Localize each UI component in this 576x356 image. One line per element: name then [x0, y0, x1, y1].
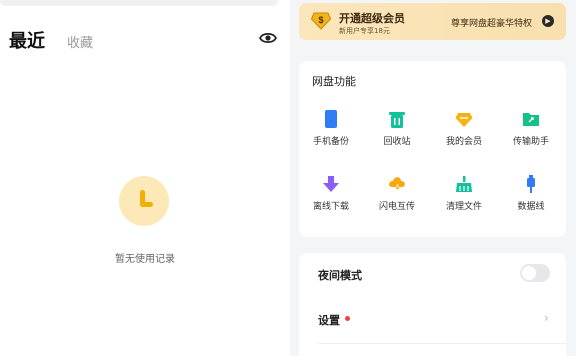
profile-panel: $ 开通超级会员 新用户专享18元 尊享网盘超豪华特权 ▶ 网盘功能 手机备份 … — [290, 0, 576, 356]
settings-card: 夜间模式 设置 › — [299, 253, 566, 356]
night-mode-label: 夜间模式 — [318, 269, 362, 282]
vip-coin-icon: $ — [311, 12, 331, 30]
vip-diamond-icon — [455, 113, 473, 127]
vip-subtitle: 新用户专享18元 — [339, 27, 390, 35]
feature-phone-backup[interactable]: 手机备份 — [298, 110, 364, 147]
feature-clean-files[interactable]: 清理文件 — [431, 175, 497, 212]
lightning-share-icon — [389, 177, 405, 193]
offline-download-icon — [323, 176, 339, 192]
settings-label: 设置 — [318, 314, 340, 327]
data-cable-icon — [527, 175, 535, 193]
empty-history-text: 暂无使用记录 — [115, 254, 175, 265]
tab-recent[interactable]: 最近 — [9, 27, 45, 53]
chevron-right-icon[interactable]: ▶ — [542, 15, 554, 27]
night-mode-row: 夜间模式 — [299, 253, 566, 298]
feature-offline-download[interactable]: 离线下载 — [298, 175, 364, 212]
feature-data-cable[interactable]: 数据线 — [498, 175, 564, 212]
vip-banner[interactable]: $ 开通超级会员 新用户专享18元 尊享网盘超豪华特权 ▶ — [299, 3, 566, 40]
chevron-right-icon: › — [544, 311, 549, 325]
settings-row[interactable]: 设置 › — [299, 298, 566, 343]
recent-tabs: 最近 收藏 — [9, 27, 93, 53]
feature-my-vip[interactable]: 我的会员 — [431, 110, 497, 147]
recent-panel: 最近 收藏 暂无使用记录 — [0, 0, 290, 356]
top-search-bar-edge[interactable] — [0, 0, 278, 6]
toggle-knob — [522, 266, 536, 280]
phone-backup-icon — [325, 110, 337, 128]
feature-transfer-assistant[interactable]: 传输助手 — [498, 110, 564, 147]
feature-recycle-bin[interactable]: 回收站 — [364, 110, 430, 147]
divider — [318, 343, 566, 344]
empty-history-icon — [119, 176, 169, 226]
clean-files-icon — [456, 176, 472, 192]
transfer-folder-icon — [523, 113, 539, 126]
vip-title: 开通超级会员 — [339, 12, 405, 25]
eye-icon[interactable] — [259, 31, 277, 45]
tab-favorites[interactable]: 收藏 — [67, 32, 93, 51]
svg-text:$: $ — [318, 15, 323, 25]
night-mode-toggle[interactable] — [520, 264, 550, 282]
feature-lightning-share[interactable]: 闪电互传 — [364, 175, 430, 212]
features-card: 网盘功能 手机备份 回收站 我的会员 传输助手 离线下载 闪电互传 清理文件 数… — [299, 61, 566, 237]
recycle-bin-icon — [389, 112, 405, 128]
notification-dot — [345, 316, 350, 321]
vip-privilege-text: 尊享网盘超豪华特权 — [450, 19, 532, 29]
features-title: 网盘功能 — [312, 75, 356, 88]
